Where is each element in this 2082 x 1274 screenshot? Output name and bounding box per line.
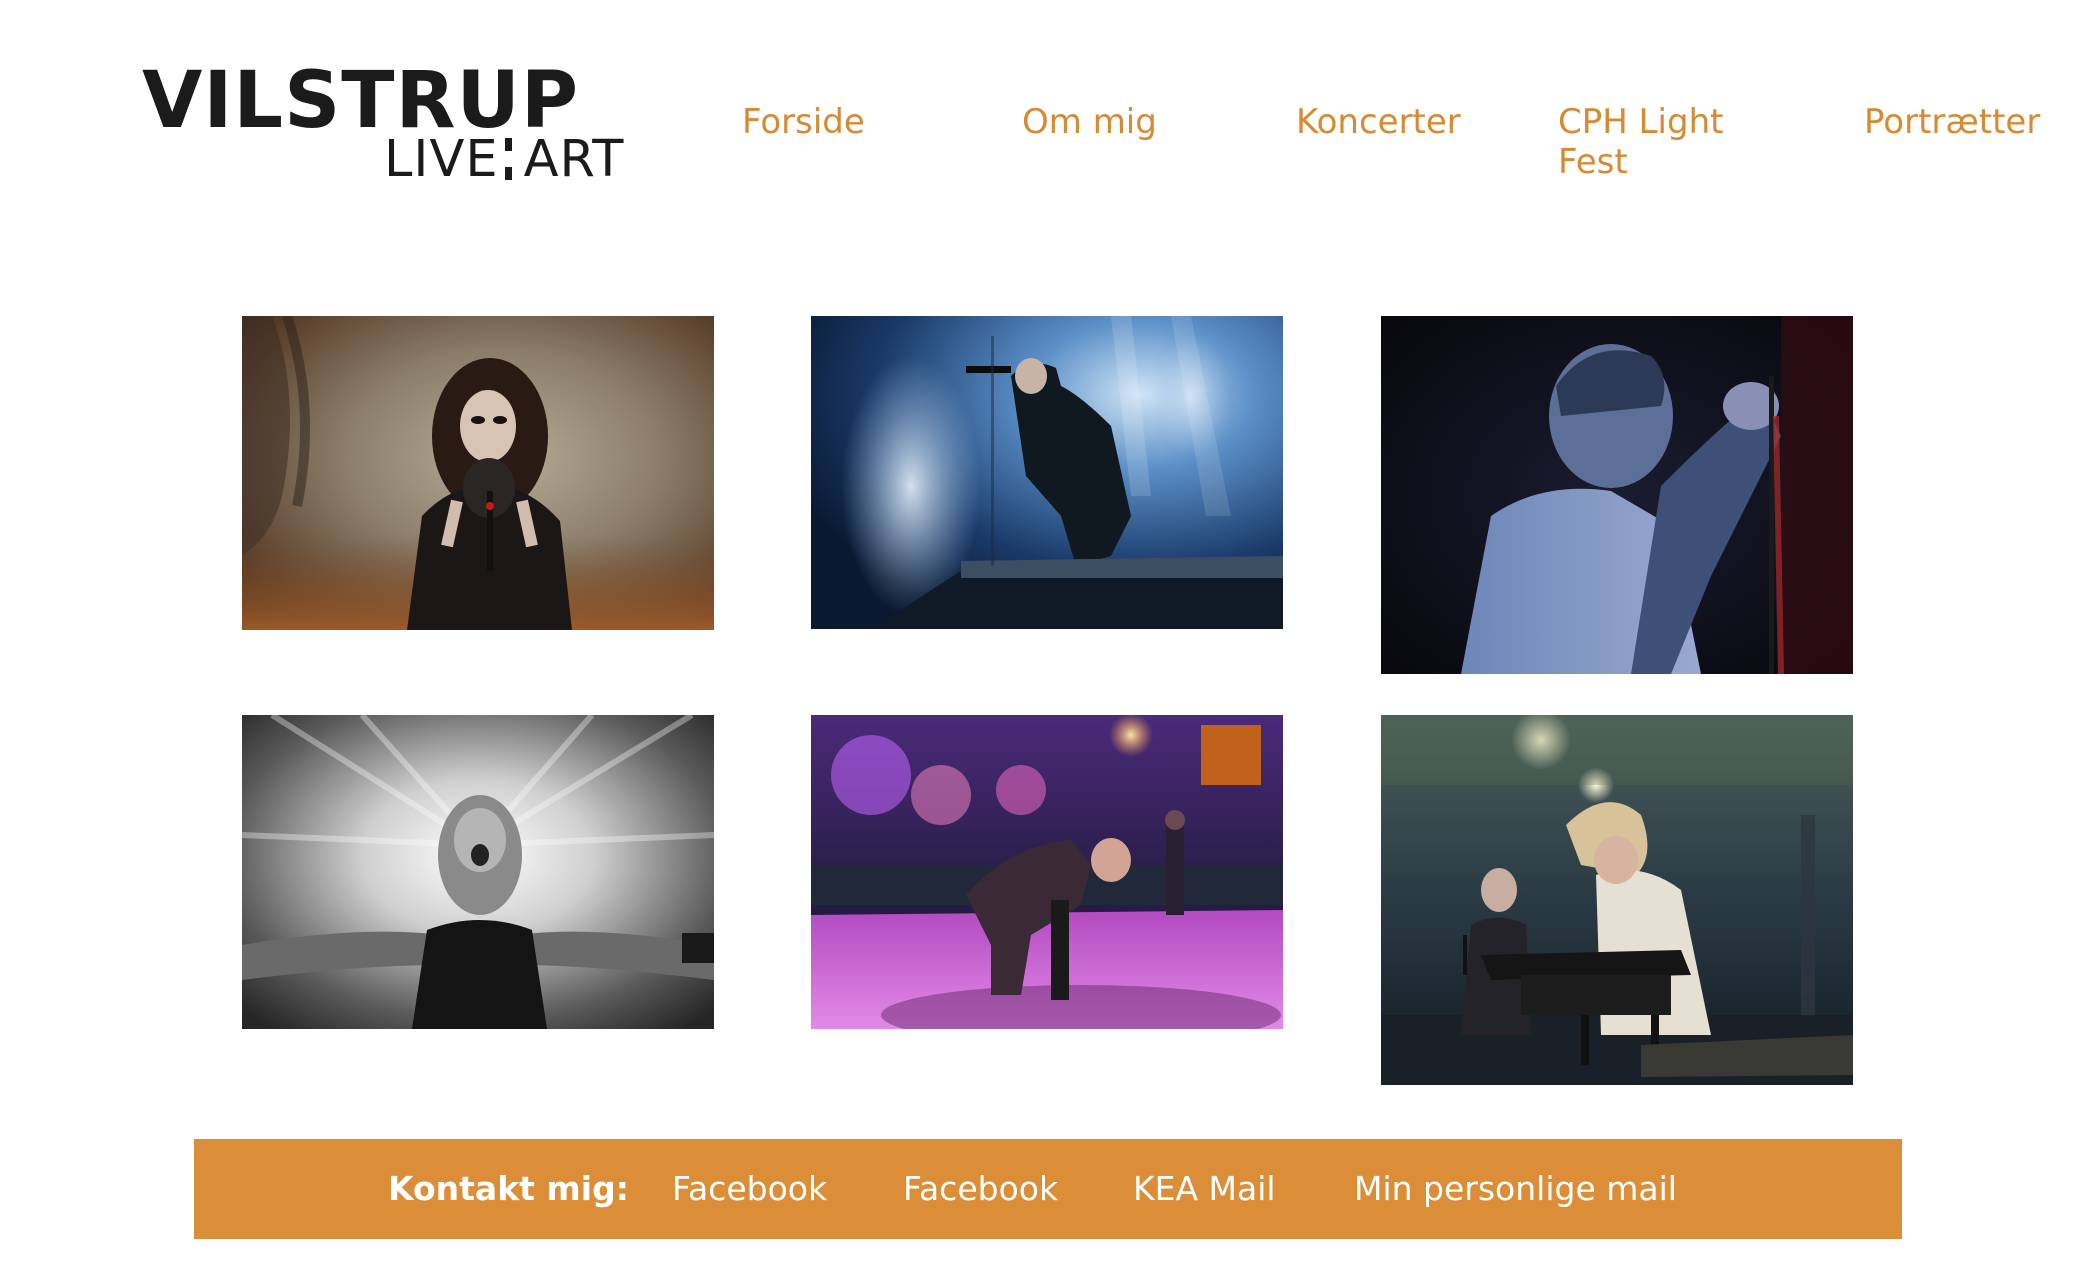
logo-subline: LIVE ART	[384, 134, 624, 185]
nav-link-portraetter[interactable]: Portrætter	[1864, 102, 2040, 142]
nav-link-forside[interactable]: Forside	[742, 102, 865, 142]
photo-1-image	[242, 316, 714, 630]
gallery-photo-5[interactable]	[811, 715, 1283, 1029]
gallery-photo-3[interactable]	[1381, 316, 1853, 674]
logo-wordmark: VILSTRUP	[142, 56, 580, 146]
footer-link-personal-mail[interactable]: Min personlige mail	[1354, 1139, 1677, 1239]
photo-6-image	[1381, 715, 1853, 1085]
gallery-photo-1[interactable]	[242, 316, 714, 630]
nav-link-koncerter[interactable]: Koncerter	[1296, 102, 1461, 142]
logo-colon-mark	[504, 138, 512, 180]
logo-subline-left: LIVE	[384, 130, 499, 189]
photo-5-image	[811, 715, 1283, 1029]
footer-link-kea-mail[interactable]: KEA Mail	[1133, 1139, 1276, 1239]
footer-link-facebook-1[interactable]: Facebook	[672, 1139, 827, 1239]
contact-footer: Kontakt mig: Facebook Facebook KEA Mail …	[194, 1139, 1902, 1239]
photo-4-image	[242, 715, 714, 1029]
logo-subline-right: ART	[523, 130, 625, 189]
nav-link-om-mig[interactable]: Om mig	[1022, 102, 1157, 142]
site-logo[interactable]: VILSTRUP LIVE ART	[142, 56, 623, 185]
photo-3-image	[1381, 316, 1853, 674]
gallery-photo-2[interactable]	[811, 316, 1283, 629]
gallery-photo-4[interactable]	[242, 715, 714, 1029]
nav-link-cph-light-fest[interactable]: CPH Light Fest	[1558, 102, 1758, 182]
gallery-photo-6[interactable]	[1381, 715, 1853, 1085]
page: VILSTRUP LIVE ART Forside Om mig Koncerte…	[0, 0, 2082, 1274]
photo-2-image	[811, 316, 1283, 629]
footer-link-facebook-2[interactable]: Facebook	[903, 1139, 1058, 1239]
contact-label: Kontakt mig:	[388, 1169, 629, 1208]
